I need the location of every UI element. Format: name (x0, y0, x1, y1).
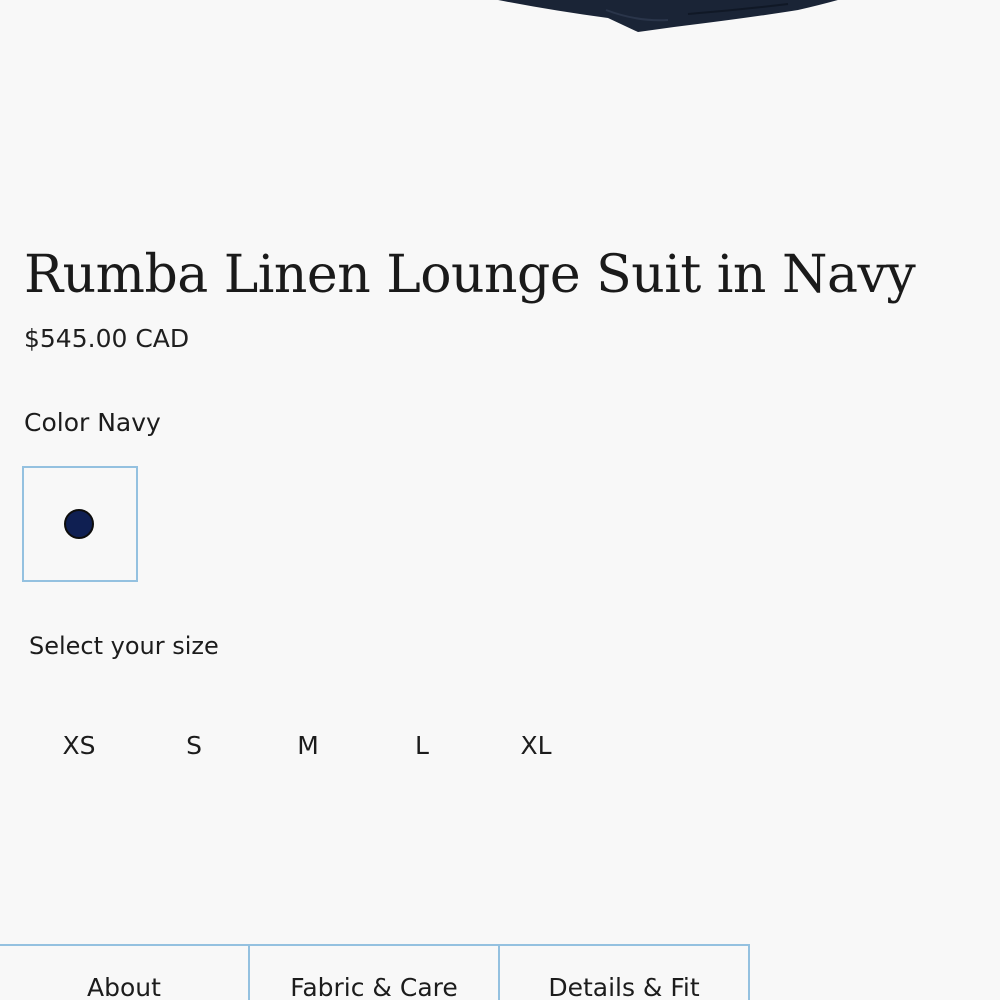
navy-color-dot (64, 509, 94, 539)
suit-hem-shape (498, 0, 838, 32)
size-option-m[interactable]: M (258, 728, 358, 764)
size-option-xs[interactable]: XS (29, 728, 129, 764)
tab-about[interactable]: About (0, 946, 250, 1000)
size-label: Select your size (29, 632, 219, 660)
size-option-l[interactable]: L (372, 728, 472, 764)
product-info-tabs: About Fabric & Care Details & Fit (0, 944, 750, 1000)
size-option-s[interactable]: S (144, 728, 244, 764)
color-swatch-navy[interactable] (22, 466, 138, 582)
product-price: $545.00 CAD (24, 324, 190, 353)
tab-fabric-care[interactable]: Fabric & Care (250, 946, 500, 1000)
color-selected-value: Navy (97, 408, 161, 437)
color-label: Color (24, 408, 90, 437)
product-page: Rumba Linen Lounge Suit in Navy $545.00 … (0, 0, 1000, 1000)
size-option-xl[interactable]: XL (486, 728, 586, 764)
color-label-row: Color Navy (24, 406, 161, 440)
product-image (498, 0, 838, 32)
product-title: Rumba Linen Lounge Suit in Navy (24, 245, 916, 305)
tab-details-fit[interactable]: Details & Fit (500, 946, 748, 1000)
